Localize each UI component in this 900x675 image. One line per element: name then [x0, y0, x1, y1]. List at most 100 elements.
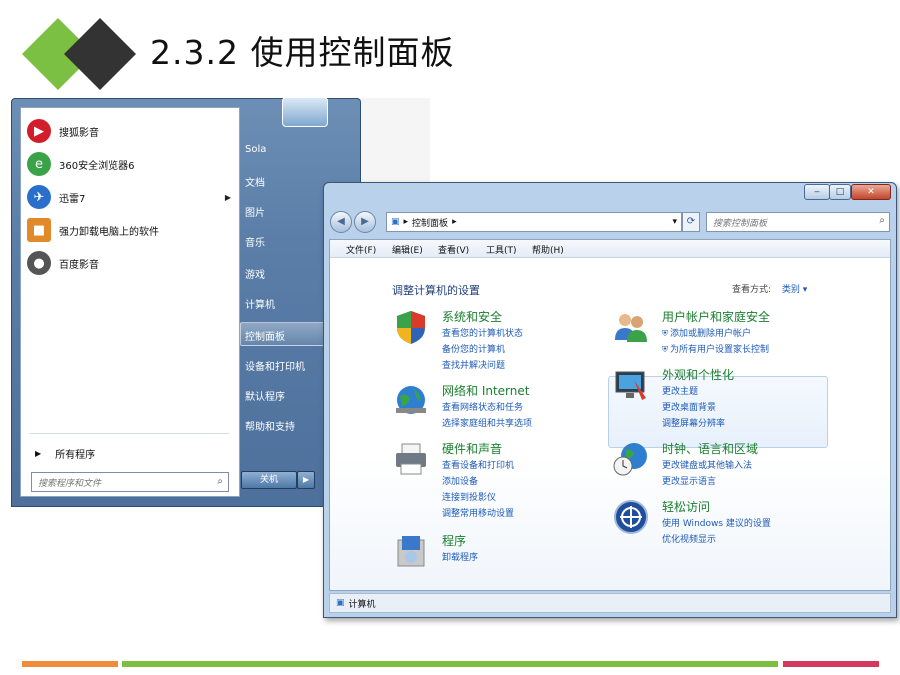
navigation-bar: ◀ ▶ ▣ ▸ 控制面板 ▸ ▾ ⟳ 搜索控制面板 ⌕ — [330, 211, 890, 235]
category-link[interactable]: 连接到投影仪 — [442, 490, 496, 503]
category-link[interactable]: 使用 Windows 建议的设置 — [662, 516, 771, 529]
category-title[interactable]: 轻松访问 — [662, 498, 710, 515]
category-link[interactable]: 优化视频显示 — [662, 532, 716, 545]
search-icon[interactable]: ⌕ — [217, 476, 223, 487]
address-bar[interactable]: ▣ ▸ 控制面板 ▸ ▾ — [386, 212, 682, 232]
category-title[interactable]: 网络和 Internet — [442, 382, 529, 399]
category-link[interactable]: 调整常用移动设置 — [442, 506, 514, 519]
program-item-baidu[interactable]: ● 百度影音 — [27, 248, 235, 278]
category-link[interactable]: 更改桌面背景 — [662, 400, 716, 413]
ease-of-access-icon — [614, 500, 648, 534]
address-dropdown-icon[interactable]: ▾ — [672, 217, 677, 227]
footer-bar-pink — [783, 661, 879, 667]
printer-hardware-icon — [396, 443, 426, 475]
menu-file[interactable]: 文件(F) — [346, 243, 376, 256]
program-item-360[interactable]: e 360安全浏览器6 — [27, 149, 235, 179]
all-programs-button[interactable]: ▶ 所有程序 — [35, 446, 95, 461]
computer-icon: ▣ — [336, 598, 345, 608]
category-link[interactable]: 更改键盘或其他输入法 — [662, 458, 752, 471]
start-menu: ▶ 搜狐影音 e 360安全浏览器6 ✈ 迅雷7 ▶ ■ 强力卸载电脑上的软件 … — [11, 97, 361, 507]
category-link[interactable]: 更改显示语言 — [662, 474, 716, 487]
category-link[interactable]: 查看设备和打印机 — [442, 458, 514, 471]
sohu-video-icon: ▶ — [27, 119, 51, 143]
category-title[interactable]: 硬件和声音 — [442, 440, 502, 457]
category-link[interactable]: ⛨ 为所有用户设置家长控制 — [662, 342, 769, 355]
category-link[interactable]: 添加设备 — [442, 474, 478, 487]
category-title[interactable]: 用户帐户和家庭安全 — [662, 308, 770, 325]
view-by-dropdown[interactable]: 类别 ▾ — [782, 285, 807, 295]
category-link[interactable]: ⛨ 添加或删除用户帐户 — [662, 326, 751, 339]
program-item-sohu[interactable]: ▶ 搜狐影音 — [27, 116, 235, 146]
breadcrumb-control-panel[interactable]: 控制面板 — [412, 216, 448, 229]
program-item-uninstall[interactable]: ■ 强力卸载电脑上的软件 — [27, 215, 235, 245]
shutdown-button[interactable]: 关机 — [241, 471, 297, 489]
view-by-label: 查看方式: — [732, 285, 772, 295]
start-search-input[interactable]: 搜索程序和文件 ⌕ — [31, 472, 229, 492]
category-title[interactable]: 系统和安全 — [442, 308, 502, 325]
shutdown-options-arrow-icon[interactable]: ▶ — [297, 471, 315, 489]
control-panel-small-icon: ▣ — [391, 217, 400, 227]
search-placeholder: 搜索控制面板 — [713, 219, 768, 229]
category-link[interactable]: 更改主题 — [662, 384, 698, 397]
footer-bar-green — [122, 661, 778, 667]
submenu-arrow-icon: ▶ — [224, 192, 231, 202]
category-link[interactable]: 卸载程序 — [442, 550, 478, 563]
menu-view[interactable]: 查看(V) — [438, 243, 469, 256]
menu-tools[interactable]: 工具(T) — [486, 243, 517, 256]
status-bar: ▣ 计算机 — [329, 593, 891, 613]
user-avatar[interactable] — [282, 97, 328, 127]
start-right-music[interactable]: 音乐 — [245, 234, 265, 249]
slide-title: 2.3.2 使用控制面板 — [150, 33, 455, 72]
clock-globe-icon — [613, 443, 647, 476]
360-browser-icon: e — [27, 152, 51, 176]
refresh-button[interactable]: ⟳ — [682, 212, 700, 232]
link-text: 为所有用户设置家长控制 — [670, 345, 770, 355]
category-link[interactable]: 备份您的计算机 — [442, 342, 505, 355]
search-icon[interactable]: ⌕ — [879, 215, 885, 226]
start-right-devices-printers[interactable]: 设备和打印机 — [245, 358, 305, 373]
category-title[interactable]: 时钟、语言和区域 — [662, 440, 758, 457]
appearance-monitor-icon — [615, 371, 646, 400]
start-menu-programs-pane: ▶ 搜狐影音 e 360安全浏览器6 ✈ 迅雷7 ▶ ■ 强力卸载电脑上的软件 … — [20, 107, 240, 497]
window-titlebar[interactable]: ‒ □ ✕ — [324, 183, 896, 209]
uac-shield-icon: ⛨ — [662, 345, 668, 354]
start-right-documents[interactable]: 文档 — [245, 174, 265, 189]
status-text: 计算机 — [348, 599, 376, 610]
start-right-help-support[interactable]: 帮助和支持 — [245, 418, 295, 433]
thunder-icon: ✈ — [27, 185, 51, 209]
menu-edit[interactable]: 编辑(E) — [392, 243, 423, 256]
control-panel-window: ‒ □ ✕ ◀ ▶ ▣ ▸ 控制面板 ▸ ▾ ⟳ 搜索控制面板 ⌕ 文件(F) … — [323, 182, 897, 618]
category-link[interactable]: 选择家庭组和共享选项 — [442, 416, 532, 429]
forward-button[interactable]: ▶ — [354, 211, 376, 233]
maximize-button[interactable]: □ — [829, 184, 851, 200]
category-link[interactable]: 查看您的计算机状态 — [442, 326, 523, 339]
category-title[interactable]: 程序 — [442, 532, 466, 549]
all-programs-label: 所有程序 — [55, 450, 96, 461]
divider — [29, 433, 229, 434]
security-shield-icon — [397, 311, 425, 344]
start-right-sola[interactable]: Sola — [245, 144, 266, 155]
close-button[interactable]: ✕ — [851, 184, 891, 200]
start-search-placeholder: 搜索程序和文件 — [38, 479, 102, 489]
start-right-games[interactable]: 游戏 — [245, 266, 265, 281]
program-label: 百度影音 — [59, 259, 99, 271]
control-panel-body: 文件(F) 编辑(E) 查看(V) 工具(T) 帮助(H) 调整计算机的设置 查… — [329, 239, 891, 591]
category-link[interactable]: 调整屏幕分辨率 — [662, 416, 725, 429]
control-panel-search-input[interactable]: 搜索控制面板 ⌕ — [706, 212, 890, 232]
back-button[interactable]: ◀ — [330, 211, 352, 233]
footer-bar-orange — [22, 661, 118, 667]
breadcrumb-arrow-icon: ▸ — [403, 217, 409, 227]
view-by: 查看方式: 类别 ▾ — [732, 282, 807, 295]
program-item-thunder[interactable]: ✈ 迅雷7 ▶ — [27, 182, 235, 212]
control-panel-content: 调整计算机的设置 查看方式: 类别 ▾ 系统和安全 查看您的计算机状态 备份您的… — [330, 258, 890, 590]
minimize-button[interactable]: ‒ — [804, 184, 830, 200]
start-right-default-programs[interactable]: 默认程序 — [245, 388, 285, 403]
category-title[interactable]: 外观和个性化 — [662, 366, 734, 383]
category-link[interactable]: 查看网络状态和任务 — [442, 400, 523, 413]
start-right-control-panel[interactable]: 控制面板 — [245, 328, 285, 343]
start-right-pictures[interactable]: 图片 — [245, 204, 265, 219]
network-globe-icon — [396, 386, 426, 414]
menu-help[interactable]: 帮助(H) — [532, 243, 564, 256]
start-right-computer[interactable]: 计算机 — [245, 296, 275, 311]
category-link[interactable]: 查找并解决问题 — [442, 358, 505, 371]
